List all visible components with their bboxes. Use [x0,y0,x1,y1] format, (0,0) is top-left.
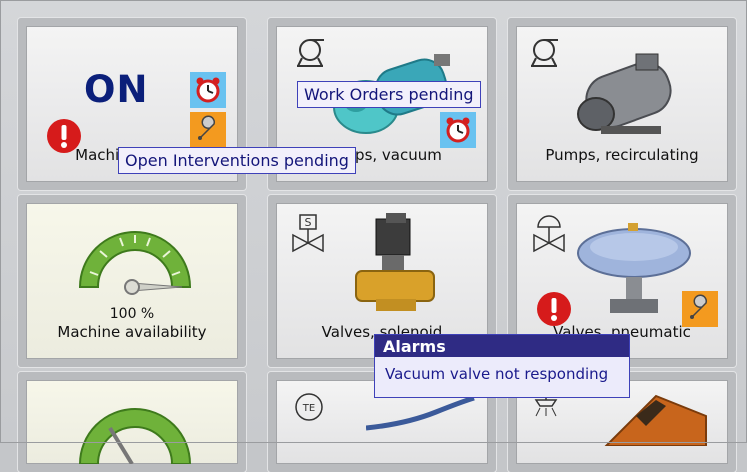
tile-pumps-recirculating-label: Pumps, recirculating [545,146,699,164]
availability-value: 100 % [109,306,155,322]
alarm-popup: Alarms Vacuum valve not responding [374,334,630,398]
solenoid-symbol-text: S [305,216,312,229]
work-orders-tooltip: Work Orders pending [297,81,481,108]
temperature-probe-image [366,395,475,431]
gauge-icon [78,231,192,295]
temperature-symbol-icon: TE [295,393,323,421]
solenoid-valve-symbol-icon: S [292,214,324,253]
temperature-symbol-text: TE [302,403,315,414]
alarm-popup-title: Alarms [375,335,629,357]
work-orders-badge[interactable] [190,72,226,108]
machine-status-value: ON [84,68,149,111]
pneumatic-valve-image [577,223,691,313]
wrench-icon [690,294,707,319]
alarm-clock-icon [196,77,220,103]
solenoid-valve-image [355,213,435,311]
gauge-icon [78,408,192,464]
alarm-popup-message: Vacuum valve not responding [385,365,609,383]
interventions-badge[interactable] [190,112,226,148]
alert-icon [537,292,571,326]
tile-machine-availability[interactable]: 100 % Machine availability [18,195,246,367]
pump-symbol-icon [531,39,558,67]
tile-pumps-recirculating[interactable]: Pumps, recirculating [508,18,736,190]
work-orders-badge[interactable] [440,112,476,148]
interventions-tooltip: Open Interventions pending [118,147,356,174]
pneumatic-valve-symbol-icon [533,215,565,253]
tile-gauge-row3[interactable] [18,372,246,472]
alarm-clock-icon [446,117,470,143]
recirculating-pump-image [577,53,672,134]
wrench-icon [198,115,215,140]
tile-machine-availability-label: Machine availability [57,323,207,341]
interventions-badge[interactable] [682,291,718,327]
